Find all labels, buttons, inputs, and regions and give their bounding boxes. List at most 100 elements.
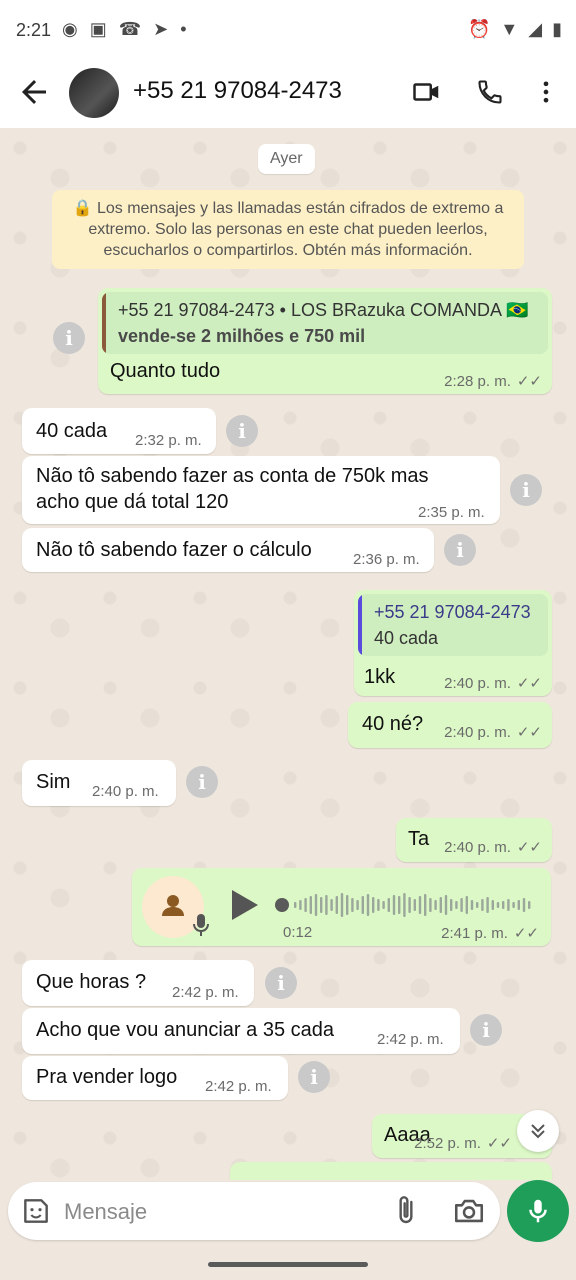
message-bubble-incoming[interactable]: Acho que vou anunciar a 35 cada 2:42 p. … — [22, 1008, 460, 1054]
video-call-button[interactable] — [409, 74, 445, 110]
quote-bar — [102, 292, 106, 354]
play-button[interactable] — [230, 888, 260, 922]
message-bubble-outgoing[interactable]: Ta 2:40 p. m. ✓✓ — [396, 818, 552, 862]
notification-icons: ◉ ▣ ☎ ➤ • — [62, 19, 187, 40]
waveform-bar — [481, 899, 484, 911]
message-bubble-incoming[interactable]: Que horas ? 2:42 p. m. — [22, 960, 254, 1006]
forward-info-icon[interactable]: i — [53, 322, 85, 354]
encryption-notice[interactable]: 🔒 Los mensajes y las llamadas están cifr… — [52, 190, 524, 269]
quoted-message[interactable]: +55 21 97084-2473 40 cada — [358, 594, 548, 656]
audio-waveform[interactable] — [274, 890, 534, 920]
forward-info-icon[interactable]: i — [226, 415, 258, 447]
waveform-bar — [356, 900, 359, 910]
status-time: 2:21 — [16, 20, 52, 40]
sticker-icon — [24, 1199, 48, 1223]
voice-message-bubble[interactable]: 0:12 2:41 p. m. ✓✓ — [132, 868, 551, 946]
system-nav-bar — [0, 1248, 576, 1280]
message-text: Que horas ? — [36, 971, 147, 993]
message-time: 2:36 p. m. — [353, 551, 420, 568]
waveform-bar — [465, 896, 468, 914]
waveform-bar — [502, 901, 505, 909]
quote-sender: +55 21 97084-2473 • LOS BRazuka COMANDA … — [118, 300, 529, 320]
message-time: 2:41 p. m. ✓✓ — [441, 925, 539, 942]
message-text-line-1: Não tô sabendo fazer as conta de 750k ma… — [36, 465, 429, 487]
camera-button[interactable] — [452, 1194, 486, 1228]
waveform-bar — [320, 897, 323, 913]
message-bubble-outgoing[interactable]: +55 21 97084-2473 40 cada 1kk 2:40 p. m.… — [354, 590, 552, 696]
scroll-to-bottom-button[interactable] — [517, 1110, 559, 1152]
double-check-icon: ✓✓ — [486, 1135, 512, 1152]
waveform-bar — [330, 899, 333, 911]
message-text-line-2: acho que dá total 120 — [36, 491, 229, 513]
message-bubble-outgoing-partial[interactable] — [230, 1162, 552, 1180]
waveform-bar — [439, 897, 442, 913]
message-time: 2:32 p. m. — [135, 432, 202, 449]
waveform-bar — [444, 895, 448, 915]
message-text: Ta — [408, 828, 430, 850]
video-camera-icon — [413, 83, 439, 101]
waveform-bar — [304, 898, 307, 912]
waveform-bar — [413, 899, 416, 911]
contact-name[interactable]: +55 21 97084-2473 — [133, 77, 342, 105]
message-time: 2:40 p. m. — [92, 783, 159, 800]
forward-info-icon[interactable]: i — [470, 1014, 502, 1046]
message-bubble-outgoing[interactable]: 40 né? 2:40 p. m. ✓✓ — [348, 702, 552, 748]
waveform-bar — [382, 901, 385, 909]
waveform-bar — [429, 898, 432, 912]
waveform-bar — [299, 900, 302, 910]
missed-call-icon: ☎ — [118, 19, 142, 39]
forward-info-icon[interactable]: i — [265, 967, 297, 999]
voice-call-button[interactable] — [472, 74, 508, 110]
quote-bar — [358, 594, 362, 656]
message-text: Não tô sabendo fazer o cálculo — [36, 539, 312, 561]
message-input[interactable] — [62, 1190, 366, 1234]
forward-info-icon[interactable]: i — [510, 474, 542, 506]
message-bubble-incoming[interactable]: Não tô sabendo fazer as conta de 750k ma… — [22, 456, 500, 524]
waveform-bar — [512, 902, 515, 908]
message-text: Pra vender logo — [36, 1066, 178, 1088]
more-options-button[interactable] — [528, 74, 564, 110]
forward-info-icon[interactable]: i — [186, 766, 218, 798]
waveform-bar — [309, 896, 312, 914]
message-text: 40 né? — [362, 713, 424, 735]
chat-header: +55 21 97084-2473 — [0, 62, 576, 128]
waveform-bar — [403, 893, 406, 917]
chat-area[interactable]: Ayer 🔒 Los mensajes y las llamadas están… — [0, 128, 576, 1180]
waveform-bar — [398, 896, 401, 914]
waveform-bar — [476, 902, 479, 908]
message-bubble-incoming[interactable]: Sim 2:40 p. m. — [22, 760, 176, 806]
message-bubble-incoming[interactable]: 40 cada 2:32 p. m. — [22, 408, 216, 454]
message-time: 2:42 p. m. — [172, 984, 239, 1001]
message-time: 2:28 p. m. ✓✓ — [444, 373, 542, 390]
message-bubble-incoming[interactable]: Não tô sabendo fazer o cálculo 2:36 p. m… — [22, 528, 434, 572]
play-icon — [232, 890, 258, 920]
attach-button[interactable] — [390, 1194, 422, 1226]
double-check-icon: ✓✓ — [516, 724, 542, 741]
system-icons: ⏰ ▼ ◢ ▮ — [468, 19, 562, 40]
waveform-bar — [517, 900, 520, 910]
waveform-bar — [294, 902, 297, 908]
waveform-bar — [418, 896, 422, 914]
waveform-bar — [434, 900, 437, 910]
contact-avatar[interactable] — [69, 68, 119, 118]
message-time: 2:40 p. m. ✓✓ — [444, 675, 542, 692]
message-text: Acho que vou anunciar a 35 cada — [36, 1019, 334, 1041]
forward-info-icon[interactable]: i — [298, 1061, 330, 1093]
back-button[interactable] — [16, 74, 52, 110]
telegram-icon: ➤ — [153, 19, 169, 39]
more-vertical-icon — [543, 81, 549, 103]
phone-icon — [478, 80, 502, 104]
quote-text: 40 cada — [374, 628, 439, 648]
emoji-button[interactable] — [20, 1195, 52, 1227]
status-bar: 2:21 ◉ ▣ ☎ ➤ • ⏰ ▼ ◢ ▮ — [0, 0, 576, 62]
quoted-message[interactable]: +55 21 97084-2473 • LOS BRazuka COMANDA … — [102, 292, 548, 354]
waveform-bar — [522, 898, 526, 912]
waveform-bar — [496, 902, 500, 908]
message-bubble-outgoing[interactable]: +55 21 97084-2473 • LOS BRazuka COMANDA … — [98, 288, 552, 394]
voice-record-button[interactable] — [507, 1180, 569, 1242]
forward-info-icon[interactable]: i — [444, 534, 476, 566]
message-bubble-incoming[interactable]: Pra vender logo 2:42 p. m. — [22, 1056, 288, 1100]
gesture-handle[interactable] — [208, 1262, 368, 1267]
signal-icon: ◢ — [528, 19, 543, 39]
waveform-bar — [325, 895, 328, 915]
